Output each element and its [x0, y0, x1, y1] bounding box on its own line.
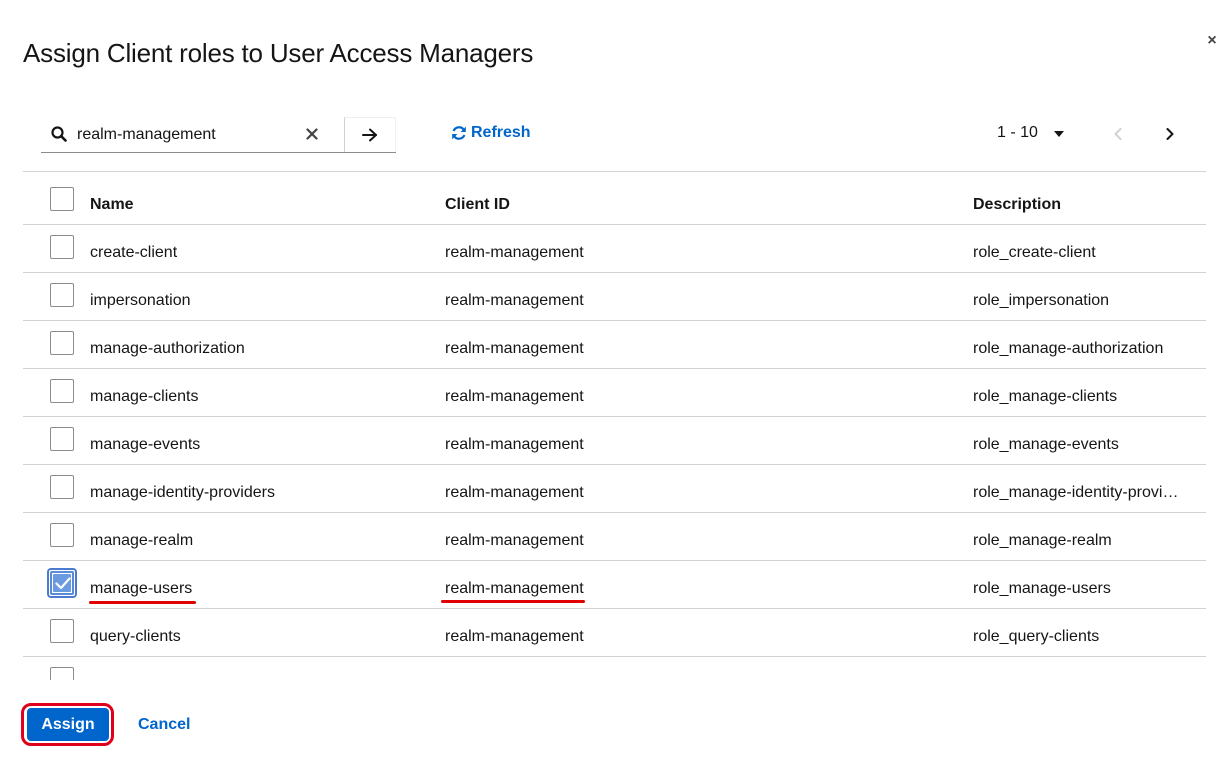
next-page-button[interactable]: [1163, 124, 1177, 144]
role-name: manage-identity-providers: [90, 484, 275, 501]
role-client-id: realm-management: [445, 340, 584, 357]
refresh-label: Refresh: [471, 124, 531, 141]
role-description: role_query-clients: [973, 628, 1100, 645]
table-row: impersonation realm-management role_impe…: [23, 273, 1206, 321]
row-checkbox[interactable]: [50, 619, 74, 643]
column-header-client-id[interactable]: Client ID: [445, 196, 510, 214]
role-client-id: realm-management: [445, 580, 584, 597]
role-description: role_manage-realm: [973, 532, 1112, 549]
role-client-id: realm-management: [445, 388, 584, 405]
assign-button[interactable]: Assign: [27, 708, 109, 741]
table-row: manage-realm realm-management role_manag…: [23, 513, 1206, 561]
cancel-button[interactable]: Cancel: [138, 716, 190, 734]
modal-title: Assign Client roles to User Access Manag…: [23, 38, 534, 68]
pagination-range: 1 - 10: [997, 124, 1038, 141]
table-row: manage-authorization realm-management ro…: [23, 321, 1206, 369]
search-submit-button[interactable]: [344, 117, 396, 152]
per-page-toggle[interactable]: 1 - 10: [997, 124, 1064, 142]
chevron-left-icon: [1114, 128, 1122, 140]
search-group: [41, 117, 396, 153]
role-description: role_manage-clients: [973, 388, 1118, 405]
table-row: [23, 657, 1206, 680]
select-all-checkbox[interactable]: [50, 187, 74, 211]
row-checkbox[interactable]: [50, 331, 74, 355]
chevron-right-icon: [1166, 128, 1174, 140]
column-header-name[interactable]: Name: [90, 196, 134, 214]
checkmark-icon: [55, 577, 71, 590]
refresh-icon: [452, 126, 466, 140]
role-description: role_manage-authorization: [973, 340, 1164, 357]
close-button[interactable]: ×: [1203, 32, 1221, 50]
role-client-id: realm-management: [445, 436, 584, 453]
annotation-underline: [441, 600, 585, 603]
refresh-button[interactable]: Refresh: [451, 124, 531, 142]
arrow-right-icon: [362, 128, 377, 142]
role-client-id: realm-management: [445, 484, 584, 501]
role-description: role_manage-identity-providers: [973, 484, 1183, 501]
role-description: role_manage-events: [973, 436, 1119, 453]
row-checkbox[interactable]: [50, 283, 74, 307]
table-row: query-clients realm-management role_quer…: [23, 609, 1206, 657]
role-description: role_manage-users: [973, 580, 1111, 597]
row-checkbox[interactable]: [50, 523, 74, 547]
close-icon: ×: [1207, 32, 1217, 49]
role-client-id: realm-management: [445, 244, 584, 261]
row-checkbox[interactable]: [50, 427, 74, 451]
row-checkbox[interactable]: [50, 667, 74, 680]
table-row: manage-clients realm-management role_man…: [23, 369, 1206, 417]
clear-search-icon[interactable]: [303, 125, 321, 143]
role-name: manage-authorization: [90, 340, 245, 357]
role-description: role_create-client: [973, 244, 1096, 261]
role-name: impersonation: [90, 292, 191, 309]
column-header-description[interactable]: Description: [973, 196, 1061, 214]
row-checkbox-checked[interactable]: [47, 568, 77, 598]
table-row: create-client realm-management role_crea…: [23, 225, 1206, 273]
search-input[interactable]: [77, 125, 297, 144]
roles-table: Name Client ID Description create-client…: [23, 171, 1206, 680]
role-name: manage-events: [90, 436, 201, 453]
table-header-row: Name Client ID Description: [23, 172, 1206, 225]
role-client-id: realm-management: [445, 532, 584, 549]
pagination: 1 - 10: [997, 124, 1174, 142]
role-description: role_impersonation: [973, 292, 1110, 309]
role-name: manage-realm: [90, 532, 194, 549]
table-row-selected: manage-users realm-management role_manag…: [23, 561, 1206, 609]
role-name: query-clients: [90, 628, 181, 645]
role-client-id: realm-management: [445, 628, 584, 645]
row-checkbox[interactable]: [50, 235, 74, 259]
annotation-underline: [89, 601, 196, 604]
previous-page-button[interactable]: [1111, 124, 1125, 144]
role-name: create-client: [90, 244, 178, 261]
row-checkbox[interactable]: [50, 379, 74, 403]
caret-down-icon: [1053, 131, 1064, 137]
table-row: manage-identity-providers realm-manageme…: [23, 465, 1206, 513]
search-box: [41, 117, 344, 152]
role-client-id: realm-management: [445, 292, 584, 309]
role-name: manage-users: [90, 580, 193, 597]
table-row: manage-events realm-management role_mana…: [23, 417, 1206, 465]
row-checkbox[interactable]: [50, 475, 74, 499]
role-name: manage-clients: [90, 388, 199, 405]
search-icon: [51, 126, 67, 142]
